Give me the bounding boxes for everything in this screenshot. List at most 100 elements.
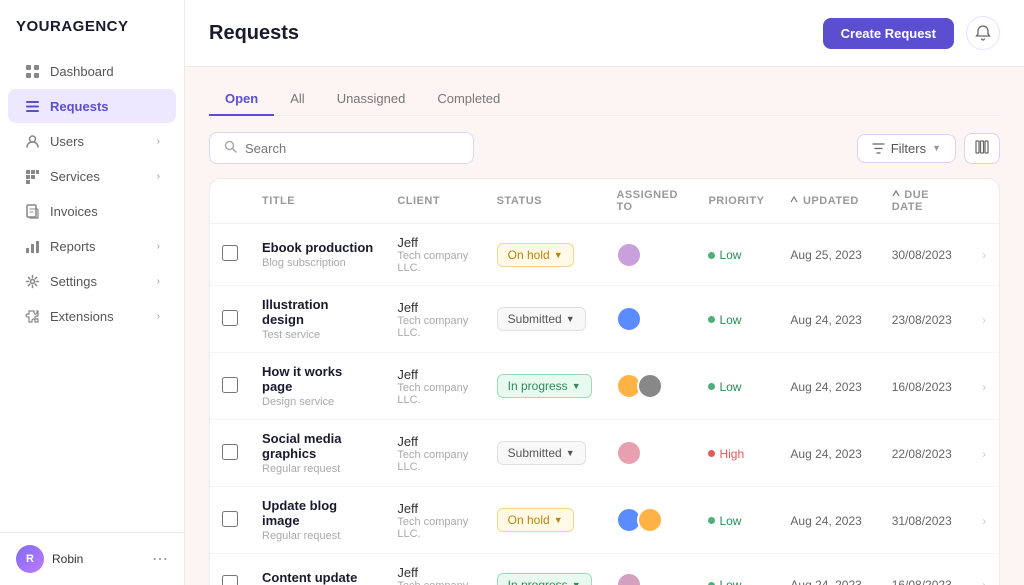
row-checkbox[interactable] [222, 511, 238, 527]
sidebar-user: R Robin ⋯ [0, 532, 184, 585]
row-expand-cell[interactable]: › [970, 554, 999, 585]
row-checkbox-cell[interactable] [210, 286, 250, 353]
row-due-date: 22/08/2023 [892, 447, 952, 461]
row-client-name: Jeff [397, 434, 472, 449]
col-header-assigned: ASSIGNED TO [604, 179, 696, 224]
sidebar-item-users[interactable]: Users › [8, 124, 176, 158]
col-header-due[interactable]: DUE DATE [880, 179, 970, 224]
create-request-button[interactable]: Create Request [823, 18, 954, 49]
status-badge[interactable]: On hold ▼ [497, 243, 574, 267]
puzzle-icon [24, 308, 40, 324]
sidebar-item-requests[interactable]: Requests [8, 89, 176, 123]
row-subtitle: Regular request [262, 463, 373, 475]
sidebar-item-services[interactable]: Services › [8, 159, 176, 193]
sidebar-item-extensions[interactable]: Extensions › [8, 299, 176, 333]
more-options-icon[interactable]: ⋯ [152, 549, 168, 569]
row-status-cell[interactable]: In progress ▼ [485, 554, 605, 585]
row-expand-icon[interactable]: › [982, 313, 986, 327]
row-client-name: Jeff [397, 235, 472, 250]
row-priority-cell: Low [696, 353, 778, 420]
row-expand-icon[interactable]: › [982, 248, 986, 262]
user-icon [24, 133, 40, 149]
row-status-cell[interactable]: In progress ▼ [485, 353, 605, 420]
toolbar: Filters ▼ [209, 132, 1000, 164]
tab-unassigned[interactable]: Unassigned [321, 83, 422, 116]
avatar [616, 306, 642, 332]
sidebar-item-dashboard[interactable]: Dashboard [8, 54, 176, 88]
row-expand-cell[interactable]: › [970, 420, 999, 487]
row-expand-cell[interactable]: › [970, 353, 999, 420]
row-expand-icon[interactable]: › [982, 447, 986, 461]
row-expand-cell[interactable]: › [970, 224, 999, 286]
priority-dot-icon [708, 383, 715, 390]
sidebar-item-services-label: Services [50, 169, 100, 184]
row-expand-icon[interactable]: › [982, 578, 986, 585]
row-priority-cell: Low [696, 554, 778, 585]
chart-icon [24, 238, 40, 254]
row-priority-cell: Low [696, 487, 778, 554]
search-input[interactable] [245, 141, 459, 156]
row-checkbox-cell[interactable] [210, 487, 250, 554]
col-header-updated[interactable]: UPDATED [778, 179, 879, 224]
due-sort-icon [892, 189, 901, 198]
status-badge[interactable]: Submitted ▼ [497, 441, 586, 465]
row-subtitle: Design service [262, 396, 373, 408]
row-assigned-cell [604, 353, 696, 420]
row-expand-cell[interactable]: › [970, 487, 999, 554]
status-badge[interactable]: In progress ▼ [497, 374, 592, 398]
row-client-company: Tech company LLC. [397, 382, 472, 406]
sidebar: YOURAGENCY Dashboard Requests Users › S [0, 0, 185, 585]
col-header-title: TITLE [250, 179, 385, 224]
sidebar-item-reports[interactable]: Reports › [8, 229, 176, 263]
row-status-cell[interactable]: On hold ▼ [485, 224, 605, 286]
filters-button[interactable]: Filters ▼ [857, 134, 956, 163]
sidebar-item-invoices[interactable]: Invoices [8, 194, 176, 228]
row-checkbox[interactable] [222, 377, 238, 393]
status-badge[interactable]: On hold ▼ [497, 508, 574, 532]
row-updated-date: Aug 24, 2023 [790, 313, 861, 327]
row-status-cell[interactable]: Submitted ▼ [485, 286, 605, 353]
row-updated-cell: Aug 24, 2023 [778, 554, 879, 585]
sidebar-nav: Dashboard Requests Users › Services › [0, 53, 184, 334]
row-expand-icon[interactable]: › [982, 514, 986, 528]
row-checkbox[interactable] [222, 575, 238, 585]
row-checkbox-cell[interactable] [210, 224, 250, 286]
row-checkbox[interactable] [222, 245, 238, 261]
tab-completed[interactable]: Completed [421, 83, 516, 116]
sidebar-item-settings[interactable]: Settings › [8, 264, 176, 298]
search-box[interactable] [209, 132, 474, 164]
row-subtitle: Regular request [262, 530, 373, 542]
status-badge[interactable]: Submitted ▼ [497, 307, 586, 331]
sidebar-item-invoices-label: Invoices [50, 204, 98, 219]
priority-badge: Low [708, 313, 741, 327]
row-client-cell: Jeff Tech company LLC. [385, 487, 484, 554]
row-checkbox-cell[interactable] [210, 554, 250, 585]
chevron-right-icon: › [157, 241, 160, 252]
status-badge[interactable]: In progress ▼ [497, 573, 592, 585]
columns-button[interactable] [964, 133, 1000, 164]
gear-icon [24, 273, 40, 289]
tab-open[interactable]: Open [209, 83, 274, 116]
row-due-cell: 16/08/2023 [880, 554, 970, 585]
row-client-cell: Jeff Tech company LLC. [385, 224, 484, 286]
row-client-name: Jeff [397, 367, 472, 382]
notifications-button[interactable] [966, 16, 1000, 50]
sidebar-item-dashboard-label: Dashboard [50, 64, 114, 79]
priority-dot-icon [708, 517, 715, 524]
table-row: Ebook production Blog subscription Jeff … [210, 224, 999, 286]
row-expand-icon[interactable]: › [982, 380, 986, 394]
row-expand-cell[interactable]: › [970, 286, 999, 353]
user-name-label: Robin [52, 552, 83, 566]
row-status-cell[interactable]: On hold ▼ [485, 487, 605, 554]
row-title-cell: Illustration design Test service [250, 286, 385, 353]
tab-all[interactable]: All [274, 83, 320, 116]
row-due-date: 16/08/2023 [892, 578, 952, 585]
row-checkbox-cell[interactable] [210, 420, 250, 487]
row-checkbox-cell[interactable] [210, 353, 250, 420]
row-checkbox[interactable] [222, 310, 238, 326]
priority-dot-icon [708, 252, 715, 259]
row-status-cell[interactable]: Submitted ▼ [485, 420, 605, 487]
row-due-cell: 31/08/2023 [880, 487, 970, 554]
row-checkbox[interactable] [222, 444, 238, 460]
table-row: Illustration design Test service Jeff Te… [210, 286, 999, 353]
